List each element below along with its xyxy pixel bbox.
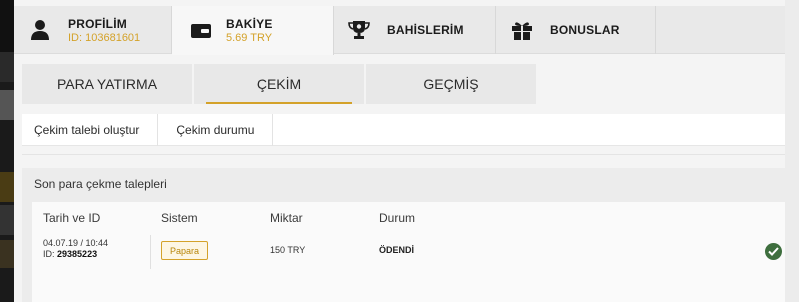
tab-balance-label: BAKİYE [226,17,273,31]
table-row: 04.07.19 / 10:44 ID: 29385223 Papara 150… [32,232,799,270]
user-icon [28,18,52,42]
account-tabs: PROFİLİM ID: 103681601 BAKİYE 5.69 TRY B… [14,6,799,55]
requests-table: Tarih ve ID Sistem Miktar Durum 04.07.19… [32,202,799,302]
request-amount: 150 TRY [270,245,306,255]
recent-requests: Son para çekme talepleri Tarih ve ID Sis… [22,168,799,302]
wallet-icon [189,19,213,43]
request-id-label: ID: [43,249,55,259]
subtab-deposit[interactable]: PARA YATIRMA [22,64,192,104]
balance-amount: 5.69 TRY [226,32,273,44]
balance-subtabs: PARA YATIRMA ÇEKİM GEÇMİŞ [22,64,538,104]
request-id: 29385223 [57,249,98,259]
subtab-withdraw[interactable]: ÇEKİM [194,64,364,104]
scroll-edge [785,0,799,302]
column-system: Sistem [161,211,198,225]
tab-profile-label: PROFİLİM [68,16,127,31]
tab-my-bets-label: BAHİSLERİM [387,23,464,37]
withdraw-status-button[interactable]: Çekim durumu [158,114,274,146]
request-date-cell: 04.07.19 / 10:44 ID: 29385223 [43,238,108,260]
trophy-icon [347,18,371,42]
check-circle-icon [765,243,782,260]
cell-divider [150,235,151,269]
tab-bonuses[interactable]: BONUSLAR [496,6,656,54]
withdraw-actions: Çekim talebi oluştur Çekim durumu [22,114,799,146]
tab-my-bets[interactable]: BAHİSLERİM [334,6,496,54]
subtab-history[interactable]: GEÇMİŞ [366,64,536,104]
profile-id: ID: 103681601 [68,31,141,44]
account-panel: PROFİLİM ID: 103681601 BAKİYE 5.69 TRY B… [14,0,799,302]
recent-requests-title: Son para çekme talepleri [34,177,167,191]
column-date-id: Tarih ve ID [43,211,101,225]
tab-bonuses-label: BONUSLAR [550,23,620,37]
tab-profile[interactable]: PROFİLİM ID: 103681601 [14,6,172,54]
column-status: Durum [379,211,416,225]
gift-icon [510,18,534,42]
divider [22,154,799,155]
create-withdraw-request-button[interactable]: Çekim talebi oluştur [22,114,159,146]
column-amount: Miktar [270,211,303,225]
background-strip [0,0,14,302]
tab-balance[interactable]: BAKİYE 5.69 TRY [172,6,334,55]
payment-system-badge: Papara [161,241,209,260]
request-date: 04.07.19 / 10:44 [43,238,109,248]
request-status: ÖDENDİ [379,245,415,255]
